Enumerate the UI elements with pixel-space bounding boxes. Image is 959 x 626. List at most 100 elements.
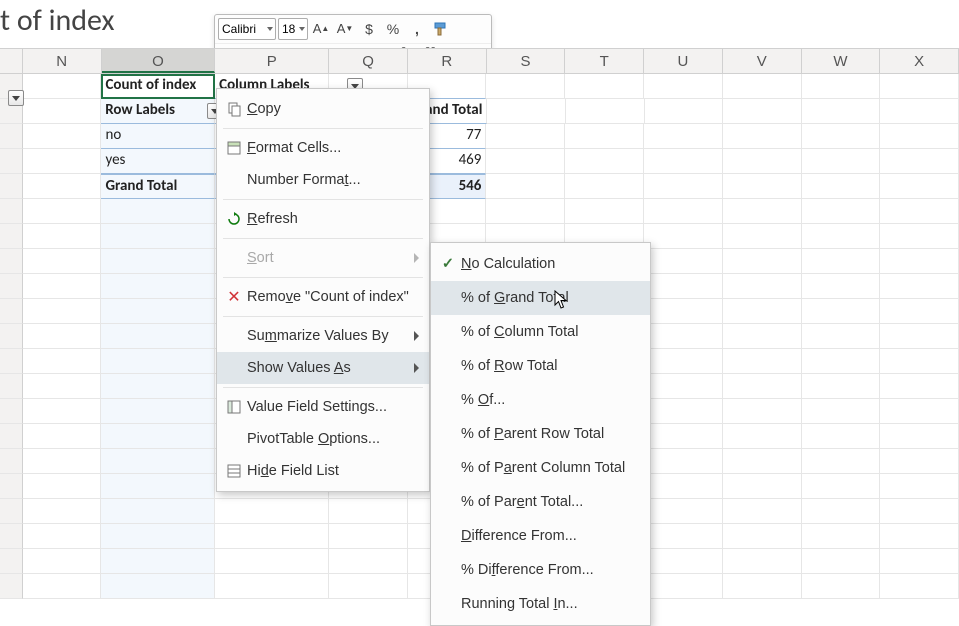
cell[interactable] [802, 524, 881, 549]
cell[interactable] [329, 499, 408, 524]
cell[interactable] [723, 299, 802, 324]
cell[interactable] [23, 149, 102, 174]
row-header[interactable] [0, 274, 23, 299]
cell[interactable] [101, 249, 215, 274]
cell[interactable] [101, 524, 215, 549]
cell[interactable] [723, 524, 802, 549]
cell[interactable] [644, 449, 723, 474]
cell[interactable] [23, 524, 102, 549]
cell[interactable] [101, 424, 215, 449]
cell[interactable] [880, 124, 959, 149]
font-select[interactable]: Calibri [218, 18, 276, 40]
cell[interactable] [644, 574, 723, 599]
cell[interactable] [723, 399, 802, 424]
cell[interactable] [723, 574, 802, 599]
cell[interactable] [101, 574, 215, 599]
pivot-row-label[interactable]: yes [101, 149, 215, 174]
col-header[interactable]: U [644, 49, 723, 73]
sub-pct-parent-total[interactable]: % of Parent Total... [431, 485, 650, 519]
cell[interactable] [101, 224, 215, 249]
cell[interactable] [644, 249, 723, 274]
cell[interactable] [23, 474, 102, 499]
cell[interactable] [101, 399, 215, 424]
row-header[interactable] [0, 524, 23, 549]
cell[interactable] [880, 449, 959, 474]
cell[interactable] [723, 349, 802, 374]
cell[interactable] [565, 149, 644, 174]
cell[interactable] [880, 224, 959, 249]
ctx-hide-field-list[interactable]: Hide Field List [217, 455, 429, 487]
cell[interactable] [23, 99, 102, 124]
cell[interactable] [802, 324, 881, 349]
cell[interactable] [329, 574, 408, 599]
cell[interactable] [880, 149, 959, 174]
cell[interactable] [101, 374, 215, 399]
row-header[interactable] [0, 349, 23, 374]
cell[interactable] [23, 499, 102, 524]
cell[interactable] [23, 174, 102, 199]
cell[interactable] [880, 349, 959, 374]
row-header[interactable] [0, 499, 23, 524]
cell[interactable] [23, 249, 102, 274]
cell[interactable] [23, 124, 102, 149]
cell[interactable] [723, 474, 802, 499]
cell[interactable] [802, 499, 881, 524]
cell[interactable] [23, 349, 102, 374]
cell[interactable] [644, 399, 723, 424]
pivot-corner-cell[interactable]: Count of index [101, 74, 215, 99]
comma-format-icon[interactable]: , [406, 17, 428, 41]
row-header[interactable] [0, 174, 23, 199]
row-header[interactable] [0, 374, 23, 399]
cell[interactable] [723, 274, 802, 299]
cell[interactable] [644, 549, 723, 574]
cell[interactable] [23, 574, 102, 599]
cell[interactable] [880, 274, 959, 299]
cell[interactable] [880, 74, 959, 99]
cell[interactable] [565, 74, 644, 99]
percent-format-icon[interactable]: % [382, 17, 404, 41]
cell[interactable] [23, 324, 102, 349]
cell[interactable] [23, 374, 102, 399]
cell[interactable] [723, 224, 802, 249]
cell[interactable] [880, 399, 959, 424]
row-header[interactable] [0, 249, 23, 274]
col-header[interactable]: T [565, 49, 644, 73]
cell[interactable] [880, 499, 959, 524]
cell[interactable] [880, 174, 959, 199]
sub-difference-from[interactable]: Difference From... [431, 519, 650, 553]
cell[interactable] [802, 174, 881, 199]
cell[interactable] [802, 74, 881, 99]
cell[interactable] [486, 149, 565, 174]
cell[interactable] [880, 474, 959, 499]
col-header[interactable]: Q [329, 49, 408, 73]
cell[interactable] [880, 324, 959, 349]
cell[interactable] [880, 574, 959, 599]
decrease-font-icon[interactable]: A▼ [334, 17, 356, 41]
autofilter-button[interactable] [8, 90, 24, 106]
row-header[interactable] [0, 399, 23, 424]
sub-pct-parent-column[interactable]: % of Parent Column Total [431, 451, 650, 485]
cell[interactable] [329, 549, 408, 574]
cell[interactable] [880, 524, 959, 549]
cell[interactable] [723, 249, 802, 274]
sub-pct-column-total[interactable]: % of Column Total [431, 315, 650, 349]
ctx-summarize-by[interactable]: Summarize Values By [217, 320, 429, 352]
ctx-refresh[interactable]: Refresh [217, 203, 429, 235]
cell[interactable] [101, 324, 215, 349]
cell[interactable] [880, 249, 959, 274]
ctx-show-values-as[interactable]: Show Values As [217, 352, 429, 384]
format-painter-icon[interactable] [430, 17, 452, 41]
cell[interactable] [486, 124, 565, 149]
col-header[interactable]: P [215, 49, 329, 73]
cell[interactable] [644, 349, 723, 374]
cell[interactable] [566, 99, 645, 124]
cell[interactable] [215, 549, 329, 574]
select-all-corner[interactable] [0, 49, 23, 73]
cell[interactable] [215, 574, 329, 599]
cell[interactable] [880, 199, 959, 224]
col-header[interactable]: S [487, 49, 566, 73]
cell[interactable] [101, 474, 215, 499]
cell[interactable] [101, 449, 215, 474]
increase-font-icon[interactable]: A▲ [310, 17, 332, 41]
cell[interactable] [802, 399, 881, 424]
